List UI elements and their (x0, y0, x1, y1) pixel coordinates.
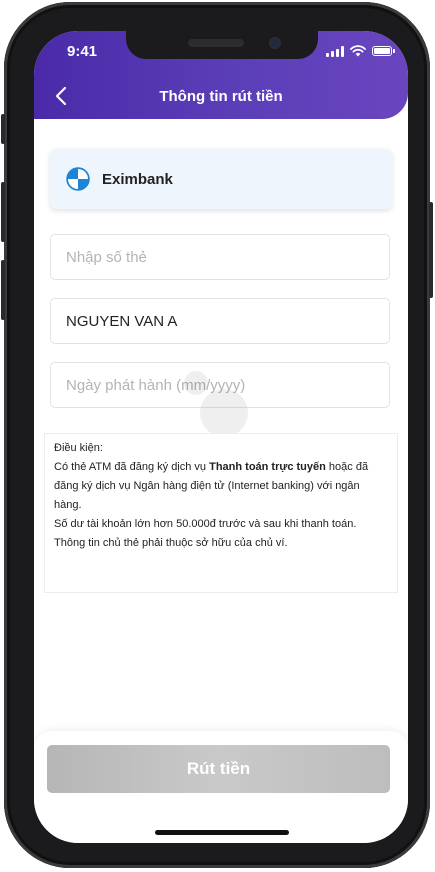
eximbank-logo-icon (66, 167, 90, 191)
battery-icon (372, 46, 395, 56)
screen: 9:41 Thông tin rút tiền Eximbank Nhập số… (34, 31, 408, 843)
silent-switch (1, 114, 5, 144)
speaker-grille (188, 39, 244, 47)
card-number-input[interactable] (50, 234, 390, 280)
front-camera (269, 37, 281, 49)
terms-line-2: Số dư tài khoản lớn hơn 50.000đ trước và… (54, 518, 357, 530)
volume-up-button (1, 182, 5, 242)
footer-bar: Rút tiền (34, 731, 408, 843)
notch (126, 31, 318, 59)
phone-frame: 9:41 Thông tin rút tiền Eximbank Nhập số… (1, 2, 433, 868)
volume-down-button (1, 260, 5, 320)
page-title: Thông tin rút tiền (159, 88, 283, 105)
bank-selector[interactable]: Eximbank (50, 149, 392, 209)
cellular-signal-icon (326, 45, 344, 57)
terms-box: Điều kiện: Có thẻ ATM đã đăng ký dịch vụ… (44, 433, 398, 593)
terms-line-3: Thông tin chủ thẻ phải thuộc sở hữu của … (54, 537, 288, 549)
home-indicator (155, 830, 289, 835)
bank-name: Eximbank (102, 170, 173, 188)
status-time: 9:41 (67, 43, 98, 60)
card-holder-input[interactable] (50, 298, 390, 344)
status-icons (326, 45, 395, 57)
terms-line-1: Có thẻ ATM đã đăng ký dịch vụ Thanh toán… (54, 461, 369, 511)
withdraw-button[interactable]: Rút tiền (47, 745, 390, 793)
power-button (429, 202, 433, 298)
terms-heading: Điều kiện: (54, 442, 103, 454)
terms-bold-service: Thanh toán trực tuyến (209, 461, 326, 473)
wifi-icon (350, 45, 366, 57)
